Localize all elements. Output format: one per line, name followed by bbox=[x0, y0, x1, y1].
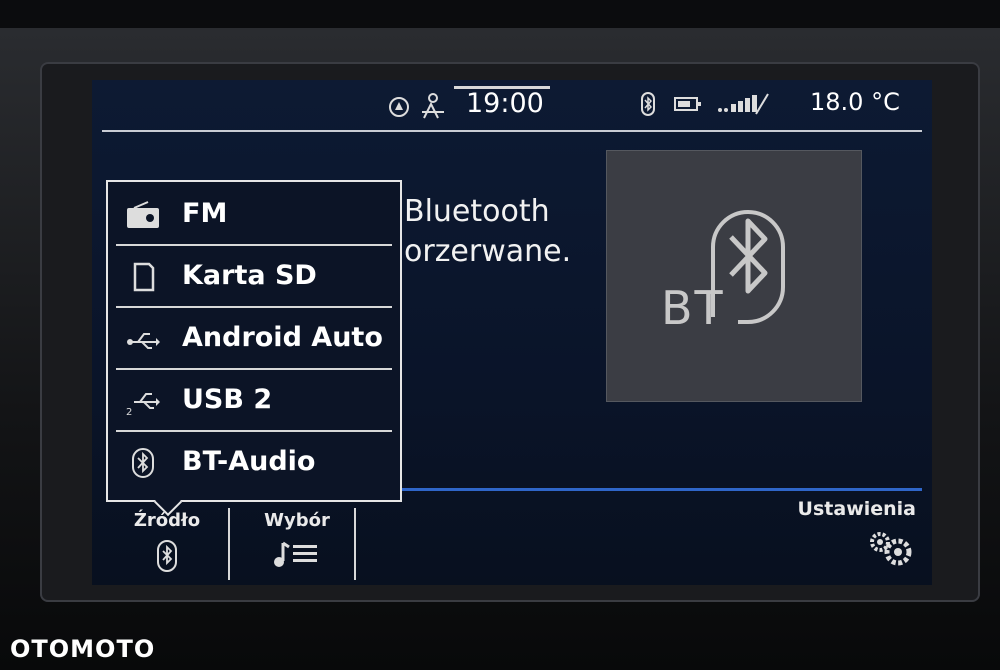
settings-label: Ustawienia bbox=[797, 498, 916, 520]
settings-button[interactable]: Ustawienia bbox=[798, 498, 916, 573]
gear-icon bbox=[870, 532, 912, 566]
navigation-icon bbox=[389, 97, 409, 117]
clock: 19:00 bbox=[466, 88, 544, 119]
usb-2-icon: 2 bbox=[126, 393, 160, 416]
menu-item-usb-2[interactable]: 2 USB 2 bbox=[108, 370, 400, 432]
menu-item-label: USB 2 bbox=[182, 384, 273, 415]
music-list-icon bbox=[274, 541, 317, 567]
watermark-logo: OTOMOTO bbox=[10, 635, 156, 663]
menu-item-fm[interactable]: FM bbox=[108, 184, 400, 246]
signal-strength-icon bbox=[718, 93, 769, 115]
svg-text:2: 2 bbox=[126, 407, 132, 416]
infotainment-screen: 19:00 18.0 °C Bluetooth orzerwane. BT Źr… bbox=[92, 80, 932, 585]
bluetooth-status-icon bbox=[641, 92, 655, 116]
outside-temperature: 18.0 °C bbox=[810, 88, 900, 116]
battery-icon bbox=[674, 97, 701, 111]
source-button[interactable]: Źródło bbox=[122, 510, 212, 578]
connection-message: Bluetooth orzerwane. bbox=[404, 192, 571, 272]
usb-icon bbox=[127, 333, 160, 349]
message-line-2: orzerwane. bbox=[404, 234, 572, 269]
source-menu: FM Karta SD Android Auto 2 USB 2 BT-Audi… bbox=[106, 180, 402, 517]
driver-assist-icon bbox=[422, 93, 444, 119]
radio-icon bbox=[127, 201, 159, 228]
bottom-bar: Źródło Wybór Ustawienia bbox=[92, 492, 932, 585]
bt-cover-tile: BT bbox=[606, 150, 862, 402]
menu-item-bt-audio[interactable]: BT-Audio bbox=[108, 432, 400, 494]
progress-line bbox=[402, 488, 922, 491]
selection-label: Wybór bbox=[264, 510, 330, 531]
status-bar: 19:00 18.0 °C bbox=[92, 80, 932, 128]
menu-item-android-auto[interactable]: Android Auto bbox=[108, 308, 400, 370]
selection-button[interactable]: Wybór bbox=[242, 510, 352, 574]
menu-item-label: Karta SD bbox=[182, 260, 317, 291]
status-divider bbox=[102, 130, 922, 132]
bluetooth-source-icon bbox=[157, 540, 177, 572]
sd-card-icon bbox=[133, 262, 155, 292]
menu-item-label: FM bbox=[182, 198, 228, 229]
bottom-separator bbox=[354, 508, 356, 580]
menu-item-sd-card[interactable]: Karta SD bbox=[108, 246, 400, 308]
bottom-separator bbox=[228, 508, 230, 580]
bluetooth-icon bbox=[132, 448, 154, 478]
menu-item-label: Android Auto bbox=[182, 322, 383, 353]
message-line-1: Bluetooth bbox=[404, 194, 550, 229]
bt-label: BT bbox=[661, 281, 725, 335]
menu-item-label: BT-Audio bbox=[182, 446, 316, 477]
